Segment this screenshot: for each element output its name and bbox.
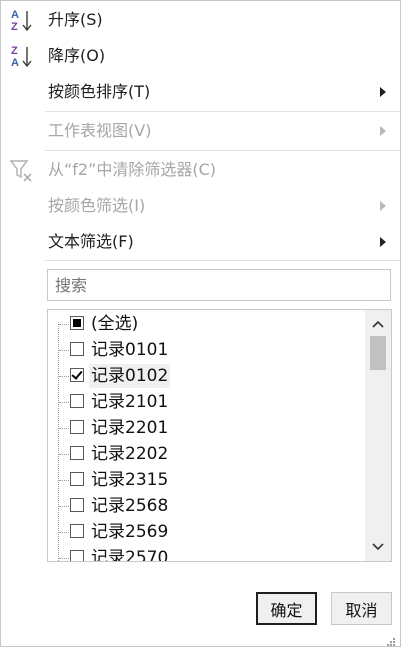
tree-connector (59, 402, 69, 403)
list-item-checkbox[interactable] (70, 524, 84, 538)
svg-text:A: A (11, 57, 19, 69)
submenu-arrow-icon (380, 201, 386, 211)
sort-by-color-label: 按颜色排序(T) (48, 82, 151, 101)
svg-text:Z: Z (11, 45, 18, 57)
menu-separator (45, 260, 400, 261)
list-item-checkbox[interactable] (70, 498, 84, 512)
list-item-label: 记录2201 (91, 418, 169, 438)
menu-item-text-filter[interactable]: 文本筛选(F) (1, 225, 400, 259)
scroll-down-arrow-icon[interactable] (365, 535, 391, 559)
list-item[interactable]: 记录0101 (48, 337, 364, 363)
list-item[interactable]: 记录2570 (48, 545, 364, 562)
list-item[interactable]: 记录2202 (48, 441, 364, 467)
tree-connector (59, 558, 69, 559)
list-item-checkbox[interactable] (70, 394, 84, 408)
tree-connector (59, 454, 69, 455)
submenu-arrow-icon (380, 87, 386, 97)
clear-filter-icon (9, 157, 34, 185)
list-item-label: 记录2202 (91, 444, 169, 464)
ok-button[interactable]: 确定 (256, 592, 317, 625)
list-item[interactable]: 记录2315 (48, 467, 364, 493)
menu-separator (45, 150, 400, 151)
sort-a-to-z-icon: A Z (10, 7, 34, 35)
menu-item-clear-filter: 从“f2”中清除筛选器(C) (1, 153, 400, 187)
list-item[interactable]: 记录2201 (48, 415, 364, 441)
list-item-checkbox[interactable] (70, 550, 84, 561)
search-input[interactable] (47, 269, 391, 301)
list-item-label: 记录0102 (89, 364, 171, 388)
list-item-select-all[interactable]: (全选) (48, 311, 364, 337)
list-scrollbar[interactable] (365, 310, 391, 561)
scroll-up-arrow-icon[interactable] (365, 312, 391, 336)
sheet-view-label: 工作表视图(V) (48, 121, 152, 140)
select-all-checkbox[interactable] (70, 316, 84, 330)
filter-by-color-label: 按颜色筛选(I) (48, 196, 146, 215)
list-item[interactable]: 记录2101 (48, 389, 364, 415)
menu-item-sort-by-color[interactable]: 按颜色排序(T) (1, 75, 400, 109)
filter-dropdown-menu: A Z 升序(S) Z A 降序(O) 按颜色排序(T) 工作表视图(V) 从“… (0, 0, 401, 647)
tree-connector (59, 532, 69, 533)
list-item-label: (全选) (91, 314, 139, 334)
submenu-arrow-icon (380, 126, 386, 136)
list-item[interactable]: 记录0102 (48, 363, 364, 389)
list-item-label: 记录2101 (91, 392, 169, 412)
list-item[interactable]: 记录2569 (48, 519, 364, 545)
scroll-thumb[interactable] (370, 336, 386, 370)
tree-connector (59, 324, 69, 325)
menu-separator (45, 111, 400, 112)
tree-connector (59, 350, 69, 351)
list-item-label: 记录0101 (91, 340, 169, 360)
svg-text:Z: Z (11, 21, 18, 33)
svg-text:A: A (11, 9, 19, 21)
menu-item-sort-descending[interactable]: Z A 降序(O) (1, 39, 400, 73)
list-item-checkbox[interactable] (70, 342, 84, 356)
list-item-checkbox[interactable] (70, 420, 84, 434)
tree-connector (59, 480, 69, 481)
list-item-checkbox[interactable] (70, 368, 84, 382)
clear-filter-label: 从“f2”中清除筛选器(C) (48, 160, 217, 179)
tree-connector (59, 376, 69, 377)
text-filter-label: 文本筛选(F) (48, 232, 134, 251)
menu-item-sort-ascending[interactable]: A Z 升序(S) (1, 3, 400, 37)
tree-connector (59, 428, 69, 429)
resize-grip-icon[interactable] (386, 632, 396, 646)
list-item-label: 记录2568 (91, 496, 169, 516)
filter-value-list: (全选) 记录0101 记录0102 记录2101 记录2201 记录2202 (47, 309, 392, 562)
list-item[interactable]: 记录2568 (48, 493, 364, 519)
sort-z-to-a-icon: Z A (10, 43, 34, 71)
submenu-arrow-icon (380, 237, 386, 247)
menu-item-sheet-view: 工作表视图(V) (1, 114, 400, 148)
tree-connector (59, 506, 69, 507)
list-item-label: 记录2570 (91, 548, 169, 562)
list-item-label: 记录2569 (91, 522, 169, 542)
sort-ascending-label: 升序(S) (48, 10, 103, 29)
sort-descending-label: 降序(O) (48, 46, 106, 65)
list-item-label: 记录2315 (91, 470, 169, 490)
cancel-button[interactable]: 取消 (331, 592, 392, 625)
list-item-checkbox[interactable] (70, 446, 84, 460)
menu-item-filter-by-color: 按颜色筛选(I) (1, 189, 400, 223)
list-item-checkbox[interactable] (70, 472, 84, 486)
